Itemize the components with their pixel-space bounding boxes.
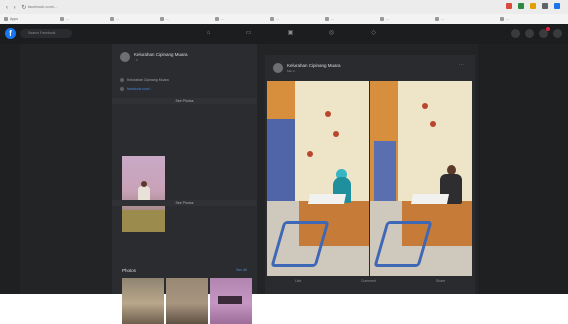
photos-section-label[interactable]: See Photos xyxy=(112,98,257,104)
profile-header[interactable]: Kelurahan Cipinang Muara · 2 xyxy=(120,52,188,62)
bookmark[interactable]: ... xyxy=(500,16,509,22)
photo-grid xyxy=(122,278,252,324)
home-icon[interactable]: ⌂ xyxy=(205,30,212,37)
info-text: Kelurahan Cipinang Muara xyxy=(127,78,169,82)
bookmark[interactable]: ... xyxy=(60,16,69,22)
info-link[interactable]: facebook.com/... xyxy=(127,87,153,91)
watch-icon[interactable]: ▭ xyxy=(245,30,252,37)
bookmark-label: ... xyxy=(276,17,279,21)
extension-icons xyxy=(506,3,560,9)
search-input[interactable]: Search Facebook xyxy=(20,29,72,38)
bookmark[interactable]: ... xyxy=(160,16,169,22)
bookmark-icon xyxy=(215,17,219,21)
info-link-row[interactable]: facebook.com/... xyxy=(120,87,153,91)
bookmark-icon xyxy=(435,17,439,21)
photo-decoration xyxy=(422,103,428,109)
profile-subtitle: · 2 xyxy=(134,58,138,62)
info-icon xyxy=(120,78,124,82)
bookmark-icon xyxy=(160,17,164,21)
marketplace-icon[interactable]: ▣ xyxy=(287,30,294,37)
photo-left-half xyxy=(267,81,369,276)
see-all-photos-link[interactable]: See All xyxy=(236,268,247,272)
notifications-icon[interactable] xyxy=(539,27,550,38)
facebook-navbar: f Search Facebook ⌂ ▭ ▣ ◎ ◇ xyxy=(0,24,568,44)
groups-icon[interactable]: ◎ xyxy=(328,30,335,37)
bookmark[interactable]: ... xyxy=(215,16,224,22)
extension-icon[interactable] xyxy=(506,3,512,9)
info-row: Kelurahan Cipinang Muara xyxy=(120,78,169,82)
left-margin xyxy=(0,44,20,294)
photo-banner xyxy=(267,119,295,204)
photo-grid-item[interactable] xyxy=(210,278,252,324)
bookmark-icon xyxy=(270,17,274,21)
photo-right-half xyxy=(370,81,472,276)
facebook-logo-icon[interactable]: f xyxy=(5,28,16,39)
bookmark-icon xyxy=(110,17,114,21)
bookmark-label: ... xyxy=(166,17,169,21)
post-actions: Like Comment Share xyxy=(265,279,475,283)
like-button[interactable]: Like xyxy=(295,279,301,283)
address-bar[interactable]: facebook.com/... xyxy=(28,4,138,10)
post-photo[interactable] xyxy=(267,81,472,276)
photo-decoration xyxy=(333,131,339,137)
photo-floor xyxy=(122,210,165,232)
bookmark-label: Apps xyxy=(10,17,18,21)
post-author-name[interactable]: Kelurahan Cipinang Muara xyxy=(287,63,341,68)
bookmark[interactable]: ... xyxy=(380,16,389,22)
browser-nav-buttons[interactable]: ‹ › ↻ xyxy=(6,4,28,11)
bookmark-label: ... xyxy=(331,17,334,21)
bookmark[interactable]: ... xyxy=(325,16,334,22)
bookmark-icon xyxy=(500,17,504,21)
post-author-avatar[interactable] xyxy=(273,63,283,73)
bookmark-label: ... xyxy=(66,17,69,21)
share-button[interactable]: Share xyxy=(436,279,445,283)
bookmark-icon xyxy=(380,17,384,21)
photo-paper xyxy=(307,194,347,204)
photo-decoration xyxy=(325,111,331,117)
post-header: Kelurahan Cipinang Muara Mar 2 · xyxy=(273,63,341,73)
post-card: Kelurahan Cipinang Muara Mar 2 · Like Co… xyxy=(265,55,475,294)
bookmark-label: ... xyxy=(116,17,119,21)
bookmark-label: ... xyxy=(386,17,389,21)
bookmark-label: ... xyxy=(506,17,509,21)
notification-badge xyxy=(546,27,550,31)
link-icon xyxy=(120,87,124,91)
profile-name[interactable]: Kelurahan Cipinang Muara xyxy=(134,52,188,57)
featured-photo[interactable] xyxy=(122,156,165,232)
bookmark-icon xyxy=(60,17,64,21)
messenger-icon[interactable] xyxy=(525,29,534,38)
profile-icon[interactable] xyxy=(554,3,560,9)
more-options-icon[interactable]: ··· xyxy=(459,62,464,68)
bookmark-apps[interactable]: Apps xyxy=(4,16,18,22)
bookmark-label: ... xyxy=(221,17,224,21)
gaming-icon[interactable]: ◇ xyxy=(370,30,377,37)
extension-icon[interactable] xyxy=(542,3,548,9)
photo-paper xyxy=(410,194,450,204)
avatar[interactable] xyxy=(120,52,130,62)
post-timestamp[interactable]: Mar 2 · xyxy=(287,69,341,73)
bookmark[interactable]: ... xyxy=(435,16,444,22)
apps-icon xyxy=(4,17,8,21)
bookmark-label: ... xyxy=(441,17,444,21)
bookmark-icon xyxy=(325,17,329,21)
photo-person-head xyxy=(141,181,147,187)
photo-decoration xyxy=(307,151,313,157)
photo-grid-item[interactable] xyxy=(122,278,164,324)
photo-decoration xyxy=(430,121,436,127)
profile-column: Kelurahan Cipinang Muara · 2 Kelurahan C… xyxy=(112,44,257,324)
bookmark[interactable]: ... xyxy=(270,16,279,22)
bookmark[interactable]: ... xyxy=(110,16,119,22)
photo-grid-item[interactable] xyxy=(166,278,208,324)
menu-icon[interactable] xyxy=(511,29,520,38)
photos-heading: Photos xyxy=(122,268,137,273)
extension-icon[interactable] xyxy=(518,3,524,9)
right-margin xyxy=(478,44,568,294)
comment-button[interactable]: Comment xyxy=(361,279,376,283)
browser-toolbar: ‹ › ↻ facebook.com/... xyxy=(0,0,568,14)
extension-icon[interactable] xyxy=(530,3,536,9)
see-photos-button[interactable]: See Photos xyxy=(112,200,257,206)
navbar-right-actions xyxy=(511,27,562,38)
account-icon[interactable] xyxy=(553,29,562,38)
